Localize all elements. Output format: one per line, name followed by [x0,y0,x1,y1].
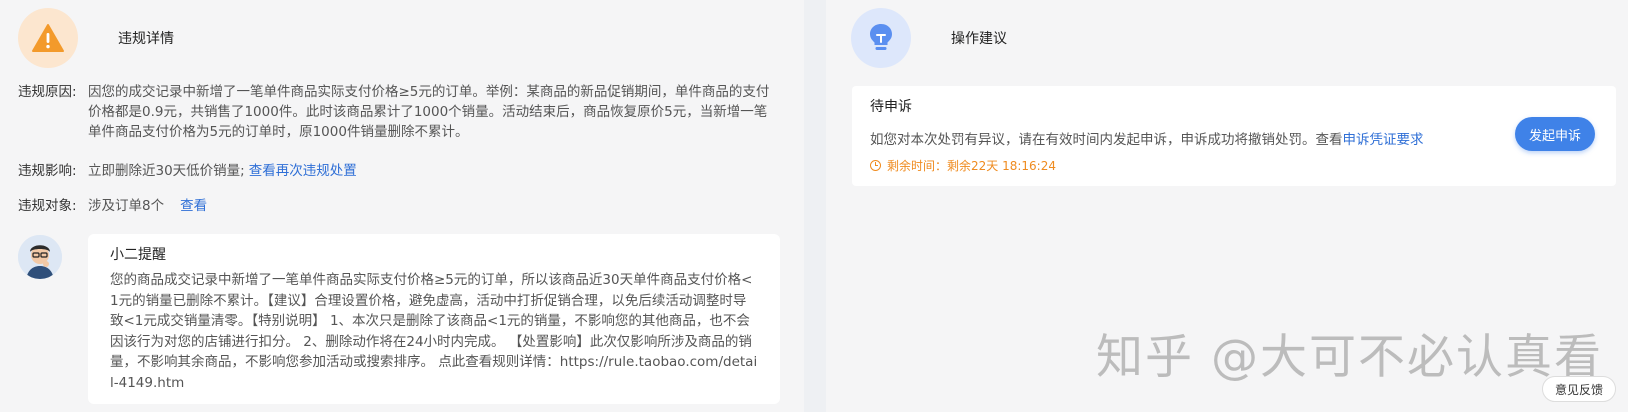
violation-panel: 违规详情 违规原因: 因您的成交记录中新增了一笔单件商品实际支付价格≥5元的订单… [0,0,804,412]
appeal-desc-text: 如您对本次处罚有异议，请在有效时间内发起申诉，申诉成功将撤销处罚。查看 [870,132,1343,148]
suggestion-header: 操作建议 [851,8,1007,68]
tip-title: 小二提醒 [110,247,166,263]
suggestion-title: 操作建议 [951,31,1007,47]
violation-header: 违规详情 [18,8,174,68]
appeal-card: 待申诉 如您对本次处罚有异议，请在有效时间内发起申诉，申诉成功将撤销处罚。查看申… [852,86,1616,186]
assistant-avatar [18,235,62,279]
appeal-description: 如您对本次处罚有异议，请在有效时间内发起申诉，申诉成功将撤销处罚。查看申诉凭证要… [870,128,1424,148]
repeat-violation-link[interactable]: 查看再次违规处置 [249,161,357,181]
violation-target-row: 违规对象: 涉及订单8个 查看 [18,196,207,216]
remaining-time: 剩余时间：剩余22天 18:16:24 [870,157,1056,174]
appeal-status: 待申诉 [870,99,912,115]
start-appeal-button[interactable]: 发起申诉 [1515,117,1595,151]
remaining-time-text: 剩余时间：剩余22天 18:16:24 [887,159,1056,173]
target-label: 违规对象: [18,198,77,214]
violation-title: 违规详情 [118,31,174,47]
violation-impact-row: 违规影响: 立即删除近30天低价销量; 查看再次违规处置 [18,161,357,181]
lightbulb-icon [851,8,911,68]
impact-label: 违规影响: [18,163,77,179]
watermark: 知乎 @大可不必认真看 [1096,330,1603,385]
clock-icon [870,160,881,171]
tip-body: 您的商品成交记录中新增了一笔单件商品实际支付价格≥5元的订单，所以该商品近30天… [110,272,758,391]
violation-reason-row: 违规原因: 因您的成交记录中新增了一笔单件商品实际支付价格≥5元的订单。举例：某… [18,82,788,142]
assistant-tip-card: 小二提醒 您的商品成交记录中新增了一笔单件商品实际支付价格≥5元的订单，所以该商… [88,234,780,404]
view-orders-link[interactable]: 查看 [180,196,207,216]
impact-text: 立即删除近30天低价销量; [88,163,245,179]
warning-icon [18,8,78,68]
feedback-button[interactable]: 意见反馈 [1542,376,1616,402]
reason-text: 因您的成交记录中新增了一笔单件商品实际支付价格≥5元的订单。举例：某商品的新品促… [88,84,770,140]
reason-label: 违规原因: [18,84,77,100]
appeal-requirements-link[interactable]: 申诉凭证要求 [1343,132,1424,148]
target-text: 涉及订单8个 [88,198,165,214]
